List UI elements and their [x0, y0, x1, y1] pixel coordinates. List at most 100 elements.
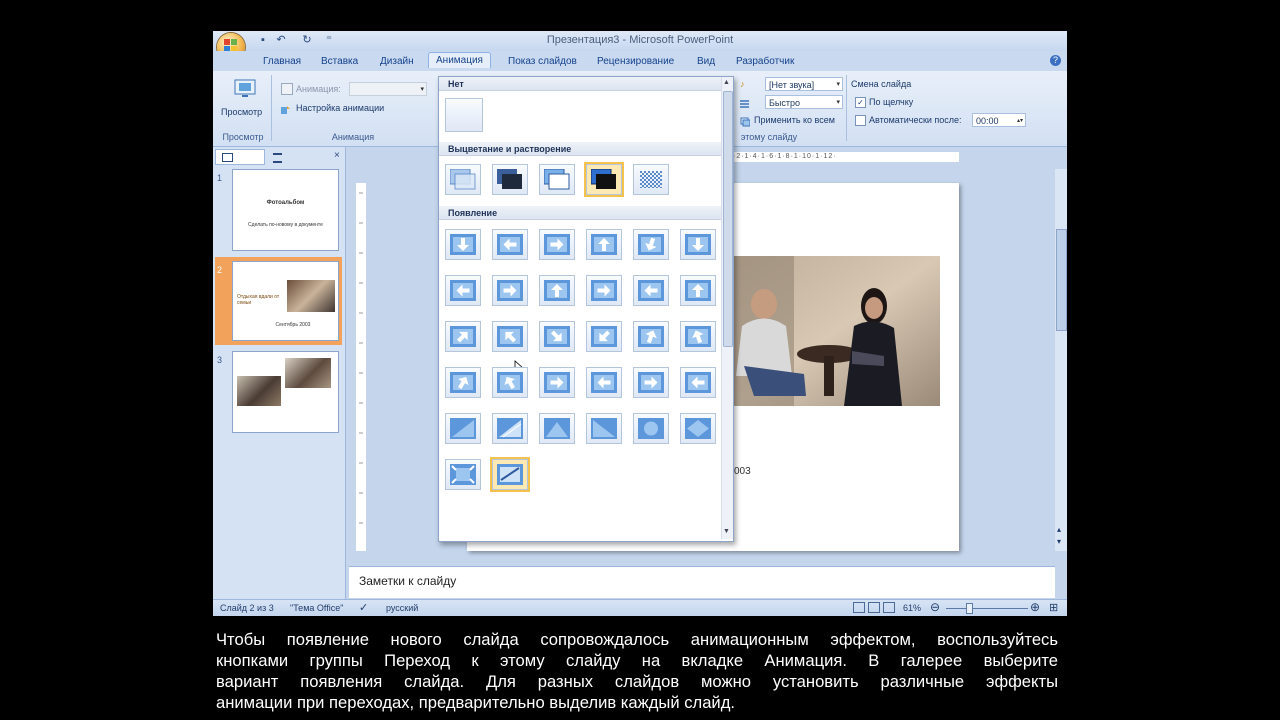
- appear-transition-tile[interactable]: [680, 367, 716, 398]
- thumb-photo: [287, 280, 335, 312]
- appear-transition-tile[interactable]: [490, 457, 530, 492]
- appear-transition-tile[interactable]: [492, 229, 528, 260]
- appear-transition-tile[interactable]: [445, 413, 481, 444]
- slide-number: 3: [217, 355, 223, 365]
- outline-tab[interactable]: [265, 149, 313, 163]
- gallery-scroll-thumb[interactable]: [723, 91, 733, 347]
- tab-review[interactable]: Рецензирование: [590, 54, 681, 69]
- theme-status: "Тема Office": [290, 603, 344, 613]
- appear-transition-tile[interactable]: [539, 229, 575, 260]
- appear-transition-tile[interactable]: [492, 321, 528, 352]
- appear-transition-tile[interactable]: [445, 367, 481, 398]
- on-click-checkbox[interactable]: ✓: [855, 97, 866, 108]
- fade-transition-tile[interactable]: [539, 164, 575, 195]
- gallery-scroll-up-icon[interactable]: ▲: [723, 79, 730, 86]
- appear-transition-tile[interactable]: [680, 413, 716, 444]
- zoom-level[interactable]: 61%: [903, 603, 921, 613]
- transition-preview-icon: [450, 234, 476, 255]
- appear-transition-tile[interactable]: [633, 275, 669, 306]
- undo-icon[interactable]: ↶: [275, 34, 287, 46]
- redo-icon[interactable]: ↻: [301, 34, 313, 46]
- slide-thumbnail-3[interactable]: [232, 351, 339, 433]
- transition-preview-icon: [638, 418, 664, 439]
- slideshow-view-icon[interactable]: [883, 602, 895, 613]
- appear-transition-tile[interactable]: [633, 367, 669, 398]
- close-panel-icon[interactable]: ×: [334, 150, 340, 161]
- slides-tab[interactable]: [215, 149, 265, 165]
- appear-transition-tile[interactable]: [633, 321, 669, 352]
- gallery-scrollbar[interactable]: ▲ ▼: [721, 77, 733, 539]
- language-status[interactable]: русский: [386, 603, 418, 613]
- zoom-in-icon[interactable]: ⊕: [1030, 600, 1040, 614]
- transition-preview-icon: [638, 280, 664, 301]
- transition-speed-combo[interactable]: Быстро ▾: [765, 95, 843, 109]
- appear-transition-tile[interactable]: [633, 413, 669, 444]
- fade-transition-tile[interactable]: [584, 162, 624, 197]
- appear-transition-tile[interactable]: [586, 367, 622, 398]
- appear-transition-tile[interactable]: [445, 459, 481, 490]
- tab-insert[interactable]: Вставка: [314, 54, 365, 69]
- tab-home[interactable]: Главная: [256, 54, 308, 69]
- scrollbar-thumb[interactable]: [1056, 229, 1067, 331]
- appear-transition-tile[interactable]: [445, 321, 481, 352]
- appear-transition-tile[interactable]: [539, 413, 575, 444]
- appear-transition-tile[interactable]: [586, 321, 622, 352]
- zoom-out-icon[interactable]: ⊖: [930, 600, 940, 614]
- fade-transition-tile[interactable]: [445, 164, 481, 195]
- transition-none-tile[interactable]: [445, 98, 483, 132]
- tab-animation[interactable]: Анимация: [428, 52, 491, 68]
- appear-transition-tile[interactable]: [680, 275, 716, 306]
- apply-to-all-button[interactable]: Применить ко всем: [754, 115, 835, 125]
- fit-window-icon[interactable]: ⊞: [1049, 601, 1058, 614]
- slide-photo[interactable]: [734, 256, 940, 406]
- appear-transition-tile[interactable]: [633, 229, 669, 260]
- transition-sound-combo[interactable]: [Нет звука] ▾: [765, 77, 843, 91]
- auto-after-time-field[interactable]: 00:00 ▴▾: [972, 113, 1026, 127]
- normal-view-icon[interactable]: [853, 602, 865, 613]
- appear-transition-tile[interactable]: [492, 413, 528, 444]
- preview-button[interactable]: Просмотр: [221, 107, 262, 117]
- appear-transition-tile[interactable]: [680, 321, 716, 352]
- zoom-slider-thumb[interactable]: [966, 603, 973, 614]
- prev-slide-icon[interactable]: ▴: [1057, 525, 1061, 534]
- tab-view[interactable]: Вид: [690, 54, 722, 69]
- transition-preview-icon: [591, 372, 617, 393]
- fade-transition-tile[interactable]: [633, 164, 669, 195]
- appear-transition-tile[interactable]: [586, 413, 622, 444]
- next-slide-icon[interactable]: ▾: [1057, 537, 1061, 546]
- zoom-slider[interactable]: [946, 608, 1028, 609]
- transition-preview-icon: [544, 372, 570, 393]
- appear-transition-tile[interactable]: [445, 229, 481, 260]
- appear-transition-tile[interactable]: [539, 321, 575, 352]
- appear-transition-tile[interactable]: [539, 367, 575, 398]
- appear-transition-tile[interactable]: [445, 275, 481, 306]
- advance-slide-title: Смена слайда: [851, 79, 912, 89]
- spellcheck-icon[interactable]: ✓: [359, 601, 368, 614]
- transition-preview-icon: [638, 326, 664, 347]
- save-icon[interactable]: ▪: [257, 34, 269, 46]
- tab-developer[interactable]: Разработчик: [729, 54, 801, 69]
- appear-transition-tile[interactable]: [680, 229, 716, 260]
- fade-transition-tile[interactable]: [492, 164, 528, 195]
- help-icon[interactable]: ?: [1050, 55, 1061, 66]
- appear-transition-tile[interactable]: [539, 275, 575, 306]
- transition-gallery[interactable]: Нет Выцветание и растворение Появление ▲…: [438, 76, 734, 542]
- sorter-view-icon[interactable]: [868, 602, 880, 613]
- tab-slideshow[interactable]: Показ слайдов: [501, 54, 584, 69]
- tab-design[interactable]: Дизайн: [373, 54, 421, 69]
- preview-icon[interactable]: [233, 77, 257, 99]
- custom-animation-button[interactable]: Настройка анимации: [296, 103, 384, 113]
- vertical-scrollbar[interactable]: ▴ ▾: [1055, 169, 1067, 551]
- appear-transition-tile[interactable]: [492, 367, 528, 398]
- qat-customize-icon[interactable]: ⁼: [323, 34, 335, 46]
- auto-after-checkbox[interactable]: [855, 115, 866, 126]
- slide-thumbnail-1[interactable]: Фотоальбом Сделать по-новому в документе: [232, 169, 339, 251]
- appear-transition-tile[interactable]: [586, 275, 622, 306]
- horizontal-ruler: ·2·1·4·1·6·1·8·1·10·1·12·: [733, 152, 959, 162]
- appear-transition-tile[interactable]: [492, 275, 528, 306]
- notes-pane[interactable]: Заметки к слайду: [349, 566, 1055, 598]
- appear-transition-tile[interactable]: [586, 229, 622, 260]
- gallery-scroll-down-icon[interactable]: ▼: [723, 528, 730, 535]
- animation-label: Анимация:: [296, 84, 341, 94]
- slide-thumbnail-2[interactable]: Отдыхая вдали от семьи Сентябрь 2003: [232, 261, 339, 341]
